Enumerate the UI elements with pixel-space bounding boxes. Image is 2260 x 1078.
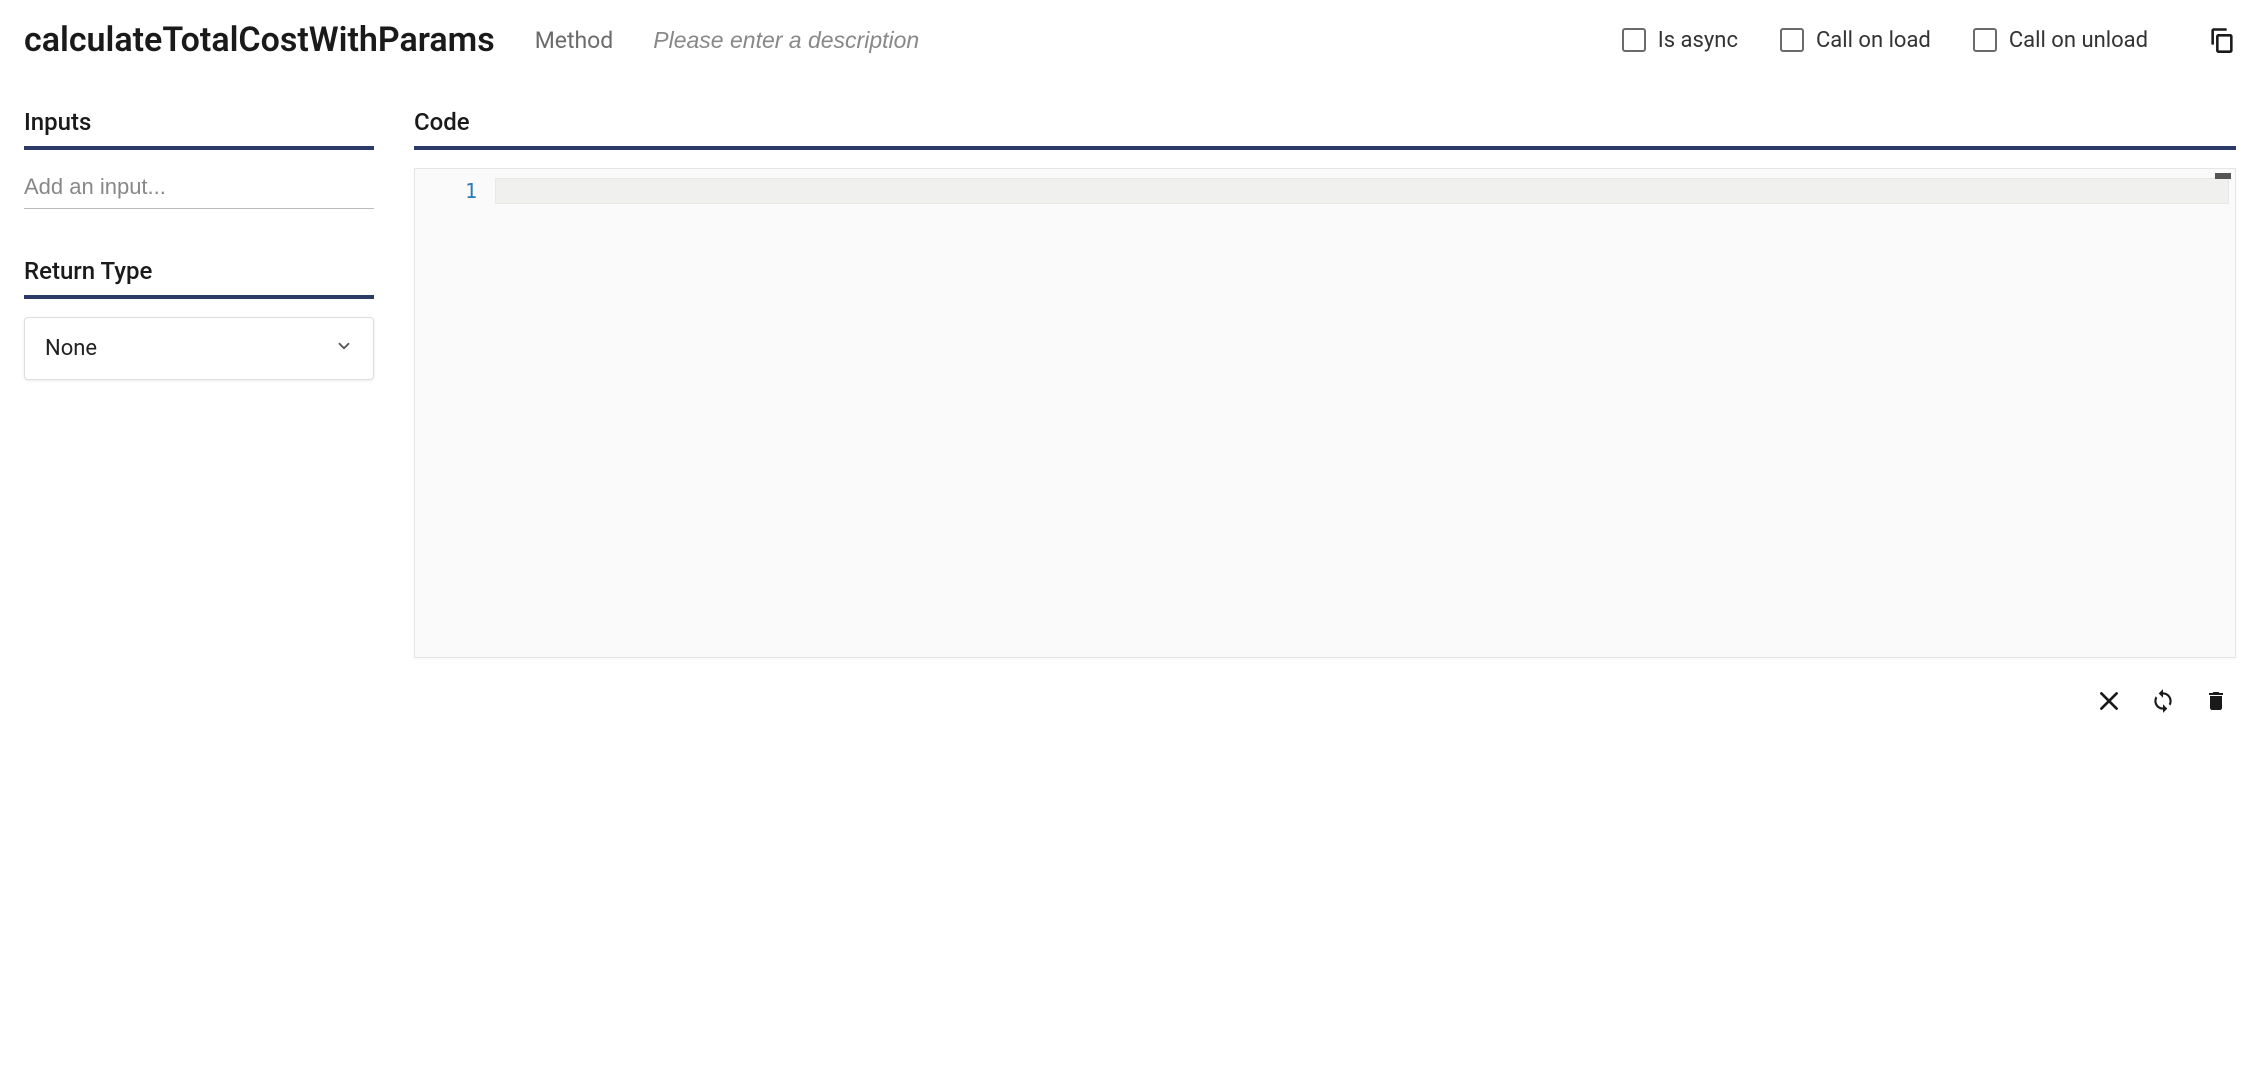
checkbox-group: Is async Call on load Call on unload [1622,26,2236,54]
checkbox-box-icon [1622,28,1646,52]
close-button[interactable] [2096,688,2122,714]
method-type-label: Method [535,27,614,54]
inputs-section-title: Inputs [24,108,374,150]
is-async-checkbox[interactable]: Is async [1622,28,1738,53]
footer-actions [414,688,2236,714]
copy-button[interactable] [2208,26,2236,54]
code-section-title: Code [414,108,2236,150]
return-type-value: None [45,336,97,361]
method-header: calculateTotalCostWithParams Method Is a… [24,20,2236,60]
refresh-icon [2150,688,2176,714]
code-gutter: 1 [415,169,495,657]
left-panel: Inputs Return Type None [24,108,374,714]
refresh-button[interactable] [2150,688,2176,714]
checkbox-box-icon [1780,28,1804,52]
chevron-down-icon [335,336,353,361]
current-line-highlight [495,178,2229,204]
right-panel: Code 1 [414,108,2236,714]
delete-button[interactable] [2204,688,2228,714]
return-type-select[interactable]: None [24,317,374,380]
call-on-unload-label: Call on unload [2009,28,2148,53]
return-type-title: Return Type [24,257,374,299]
main-layout: Inputs Return Type None Code 1 [24,108,2236,714]
description-input[interactable] [653,27,1582,54]
line-number: 1 [415,179,477,203]
call-on-load-label: Call on load [1816,28,1931,53]
minimap-indicator [2215,173,2231,179]
trash-icon [2204,688,2228,714]
return-type-section: Return Type None [24,257,374,380]
checkbox-box-icon [1973,28,1997,52]
method-name: calculateTotalCostWithParams [24,20,495,60]
call-on-unload-checkbox[interactable]: Call on unload [1973,28,2148,53]
copy-icon [2208,25,2236,55]
code-area[interactable] [495,169,2235,657]
call-on-load-checkbox[interactable]: Call on load [1780,28,1931,53]
is-async-label: Is async [1658,28,1738,53]
code-editor[interactable]: 1 [414,168,2236,658]
close-icon [2096,688,2122,714]
add-input-field[interactable] [24,168,374,209]
